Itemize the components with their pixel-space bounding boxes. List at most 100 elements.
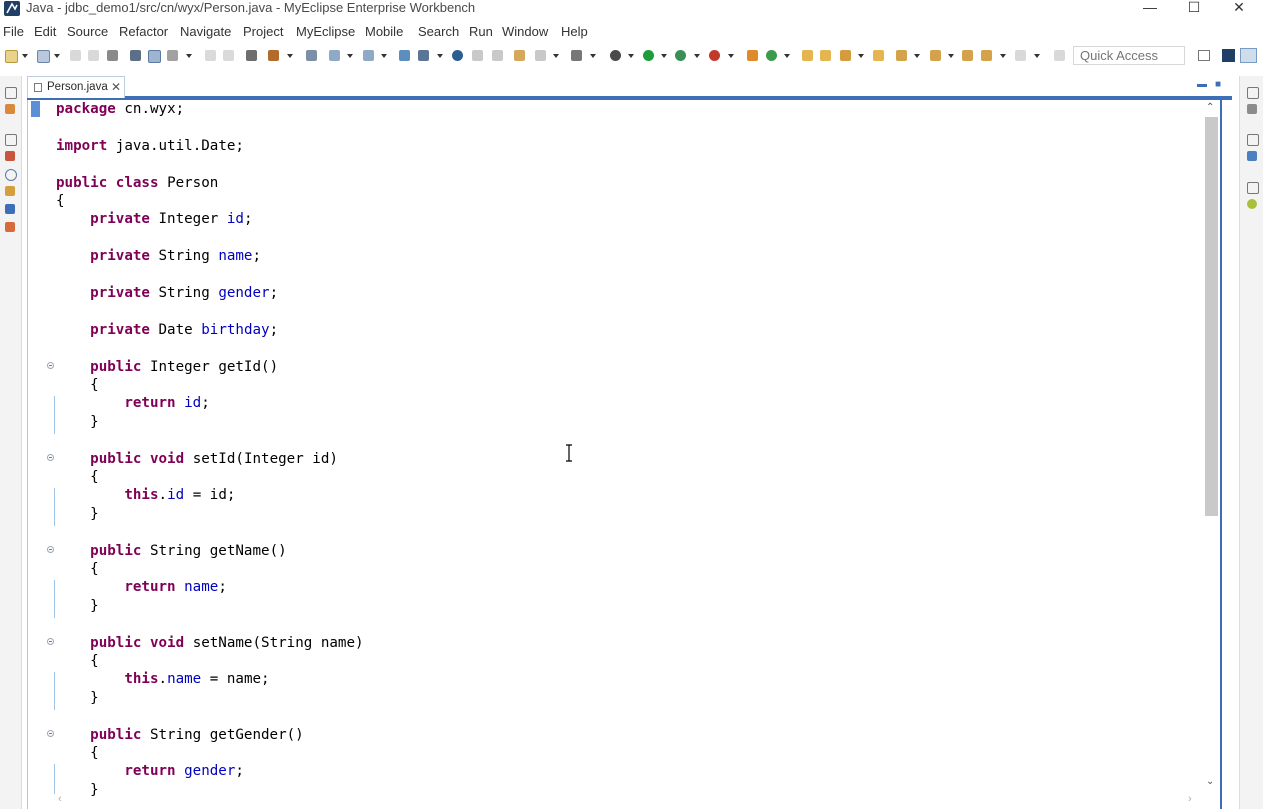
toggle-mark-icon[interactable] [130, 50, 141, 61]
scroll-right-icon[interactable]: › [1188, 793, 1192, 805]
restore-icon[interactable] [1247, 87, 1259, 99]
declaration-icon[interactable] [5, 186, 15, 196]
monitor-dropdown-icon[interactable] [590, 54, 596, 58]
open-type-icon[interactable] [802, 50, 813, 61]
save-all-icon[interactable] [88, 50, 99, 61]
new-class-icon[interactable] [766, 50, 777, 61]
minimize-editor-icon[interactable]: ▬ [1197, 79, 1207, 90]
run-dropdown-icon[interactable] [661, 54, 667, 58]
pen-icon[interactable] [840, 50, 851, 61]
server-icon[interactable] [268, 50, 279, 61]
new-dropdown-icon[interactable] [22, 54, 28, 58]
tab-person-java[interactable]: Person.java ✕ [27, 76, 125, 98]
restore-icon[interactable] [1247, 134, 1259, 146]
web-icon[interactable] [399, 50, 410, 61]
menu-edit[interactable]: Edit [34, 22, 56, 42]
myeclipse-perspective-icon[interactable] [1240, 48, 1257, 63]
clean-icon[interactable] [492, 50, 503, 61]
database-dropdown-icon[interactable] [437, 54, 443, 58]
java-perspective-icon[interactable] [1222, 49, 1235, 62]
fold-toggle-icon[interactable] [47, 546, 54, 553]
scroll-up-icon[interactable]: ⌃ [1206, 102, 1214, 113]
task-list-icon[interactable] [1247, 104, 1257, 114]
menu-search[interactable]: Search [418, 22, 459, 42]
menu-mobile[interactable]: Mobile [365, 22, 403, 42]
deploy-dropdown-icon[interactable] [347, 54, 353, 58]
fold-toggle-icon[interactable] [47, 638, 54, 645]
debug-icon[interactable] [610, 50, 621, 61]
next-annotation-dropdown-icon[interactable] [914, 54, 920, 58]
fold-toggle-icon[interactable] [47, 362, 54, 369]
pen-dropdown-icon[interactable] [858, 54, 864, 58]
quick-access-input[interactable] [1073, 46, 1185, 65]
servers-icon[interactable] [5, 222, 15, 232]
restore-icon[interactable] [1247, 182, 1259, 194]
menu-refactor[interactable]: Refactor [119, 22, 168, 42]
forward-icon[interactable] [1015, 50, 1026, 61]
scroll-down-icon[interactable]: ⌄ [1206, 776, 1214, 787]
skip-icon[interactable] [246, 50, 257, 61]
console-icon[interactable] [5, 204, 15, 214]
toggle-block-icon[interactable] [148, 50, 161, 63]
forward-dropdown-icon[interactable] [1034, 54, 1040, 58]
prev-annotation-icon[interactable] [930, 50, 941, 61]
coverage-dropdown-icon[interactable] [694, 54, 700, 58]
server-dropdown-icon[interactable] [287, 54, 293, 58]
restore-icon[interactable] [5, 87, 17, 99]
next-annotation-icon[interactable] [896, 50, 907, 61]
external-tools-dropdown-icon[interactable] [728, 54, 734, 58]
print-icon[interactable] [107, 50, 118, 61]
open-icon[interactable] [37, 50, 50, 63]
monitor-icon[interactable] [571, 50, 582, 61]
back-dropdown-icon[interactable] [1000, 54, 1006, 58]
package-icon[interactable] [514, 50, 525, 61]
menu-window[interactable]: Window [502, 22, 548, 42]
back-icon[interactable] [981, 50, 992, 61]
fold-toggle-icon[interactable] [47, 730, 54, 737]
restore-icon[interactable] [5, 134, 17, 146]
external-tools-icon[interactable] [709, 50, 720, 61]
search-icon[interactable] [363, 50, 374, 61]
palette-icon[interactable] [1247, 199, 1257, 209]
fold-toggle-icon[interactable] [47, 454, 54, 461]
run-coverage-icon[interactable] [675, 50, 686, 61]
menu-run[interactable]: Run [469, 22, 493, 42]
database-icon[interactable] [418, 50, 429, 61]
save-icon[interactable] [70, 50, 81, 61]
tools-dropdown-icon[interactable] [186, 54, 192, 58]
new-java-project-icon[interactable] [747, 50, 758, 61]
folder-icon[interactable] [873, 50, 884, 61]
refresh-icon[interactable] [535, 50, 546, 61]
tab-close-icon[interactable]: ✕ [111, 80, 121, 94]
menu-navigate[interactable]: Navigate [180, 22, 231, 42]
run-icon[interactable] [643, 50, 654, 61]
problems-icon[interactable] [5, 151, 15, 161]
globe-icon[interactable] [306, 50, 317, 61]
open-task-icon[interactable] [820, 50, 831, 61]
new-icon[interactable] [5, 50, 18, 63]
search-dropdown-icon[interactable] [381, 54, 387, 58]
menu-file[interactable]: File [3, 22, 24, 42]
menu-help[interactable]: Help [561, 22, 588, 42]
new-class-dropdown-icon[interactable] [784, 54, 790, 58]
minimize-button[interactable]: — [1127, 0, 1173, 16]
javadoc-icon[interactable] [5, 169, 17, 181]
scroll-left-icon[interactable]: ‹ [58, 793, 62, 805]
undo-icon[interactable] [205, 50, 216, 61]
sphere-icon[interactable] [452, 50, 463, 61]
open-perspective-icon[interactable] [1198, 50, 1210, 61]
redo-icon[interactable] [223, 50, 234, 61]
menu-project[interactable]: Project [243, 22, 283, 42]
menu-myeclipse[interactable]: MyEclipse [296, 22, 355, 42]
build-icon[interactable] [472, 50, 483, 61]
pin-editor-icon[interactable] [1054, 50, 1065, 61]
maximize-button[interactable]: ☐ [1171, 0, 1217, 16]
prev-annotation-dropdown-icon[interactable] [948, 54, 954, 58]
deploy-icon[interactable] [329, 50, 340, 61]
package-explorer-icon[interactable] [5, 104, 15, 114]
debug-dropdown-icon[interactable] [628, 54, 634, 58]
outline-icon[interactable] [1247, 151, 1257, 161]
refresh-dropdown-icon[interactable] [553, 54, 559, 58]
menu-source[interactable]: Source [67, 22, 108, 42]
last-edit-icon[interactable] [962, 50, 973, 61]
